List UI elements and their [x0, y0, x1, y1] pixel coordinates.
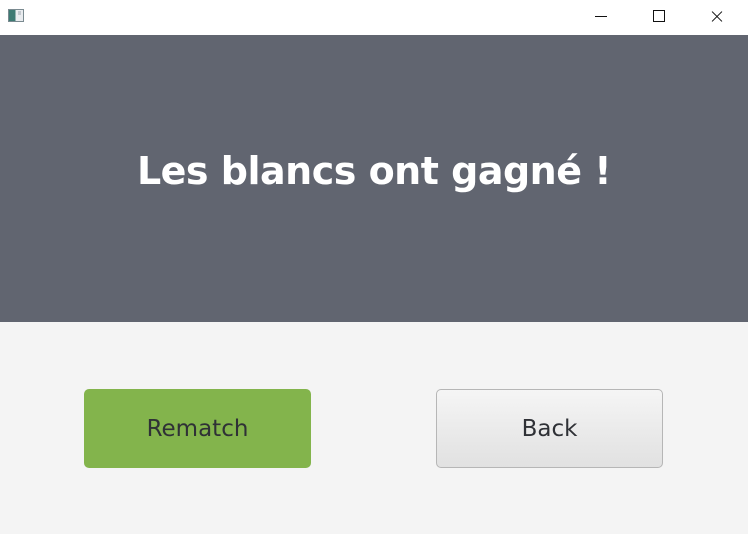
- app-icon: [8, 9, 24, 22]
- maximize-icon[interactable]: [636, 0, 682, 35]
- window-titlebar: [0, 0, 748, 35]
- minimize-icon[interactable]: [578, 0, 624, 35]
- close-icon[interactable]: [694, 0, 740, 35]
- back-button[interactable]: Back: [436, 389, 663, 468]
- rematch-button[interactable]: Rematch: [84, 389, 311, 468]
- result-message: Les blancs ont gagné !: [136, 149, 612, 193]
